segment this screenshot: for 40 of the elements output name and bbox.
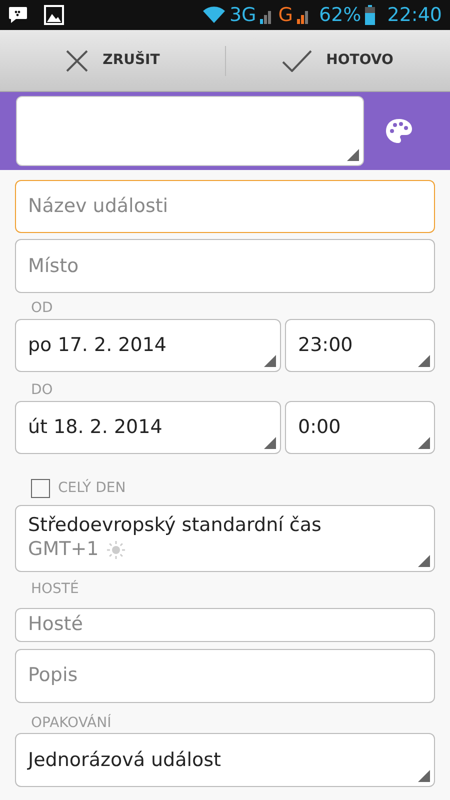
- field-label: OPAKOVÁNÍ: [30, 714, 112, 732]
- notes-field[interactable]: [16, 96, 364, 166]
- battery-percent: 62%: [319, 2, 362, 28]
- time-dropdown[interactable]: 0:00: [285, 400, 435, 454]
- dropdown-corner-icon: [418, 770, 430, 782]
- date-dropdown[interactable]: út 18. 2. 2014: [15, 400, 281, 454]
- cancel-button[interactable]: ZRUŠIT: [0, 30, 224, 91]
- close-icon: [64, 48, 89, 72]
- dropdown-corner-icon: [418, 554, 430, 567]
- timezone-name: Středoevropský standardní čas: [28, 514, 322, 538]
- timezone-offset: GMT+1: [28, 538, 99, 562]
- checkbox-label: CELÝ DEN: [58, 478, 126, 498]
- timezone-dropdown[interactable]: Středoevropský standardní čas GMT+1: [15, 504, 435, 572]
- clock: 22:40: [387, 2, 442, 28]
- time-dropdown[interactable]: 23:00: [285, 318, 435, 372]
- network-type: G: [278, 2, 293, 28]
- location-field[interactable]: Místo: [15, 239, 435, 293]
- dropdown-corner-icon: [418, 354, 430, 367]
- guests-field[interactable]: Hosté: [15, 608, 435, 642]
- check-icon: [282, 50, 312, 72]
- title-field[interactable]: Název události: [15, 180, 435, 233]
- wifi-icon: [203, 6, 226, 24]
- network-type: 3G: [229, 2, 256, 28]
- all-day-checkbox[interactable]: [31, 478, 50, 498]
- field-label: DO: [30, 382, 54, 399]
- dropdown-corner-icon: [347, 149, 359, 161]
- field-label: HOSTÉ: [30, 582, 80, 596]
- dropdown-corner-icon: [264, 354, 276, 367]
- image-icon: [44, 5, 64, 25]
- field-label: OD: [30, 300, 54, 317]
- dropdown-corner-icon: [264, 436, 276, 449]
- battery-icon: [365, 5, 376, 25]
- palette-icon[interactable]: [385, 118, 413, 144]
- description-field[interactable]: Popis: [15, 648, 435, 703]
- message-icon: [8, 6, 28, 24]
- dropdown-corner-icon: [418, 436, 430, 449]
- date-dropdown[interactable]: po 17. 2. 2014: [15, 318, 281, 372]
- sun-icon: [106, 540, 125, 559]
- done-button[interactable]: HOTOVO: [226, 30, 450, 91]
- repeat-dropdown[interactable]: Jednorázová událost: [15, 733, 435, 788]
